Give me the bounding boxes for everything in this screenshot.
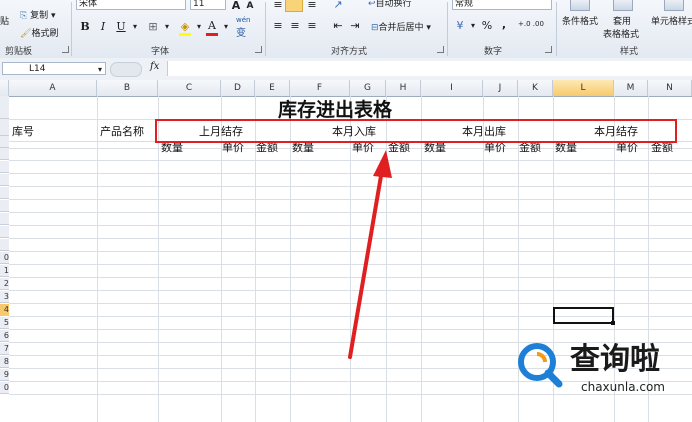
watermark-url: chaxunla.com	[581, 380, 665, 394]
magnifier-logo-icon	[515, 340, 563, 388]
arrow-head-icon	[373, 150, 392, 178]
watermark-brand: 查询啦	[570, 342, 660, 377]
arrow-shaft	[348, 168, 384, 359]
